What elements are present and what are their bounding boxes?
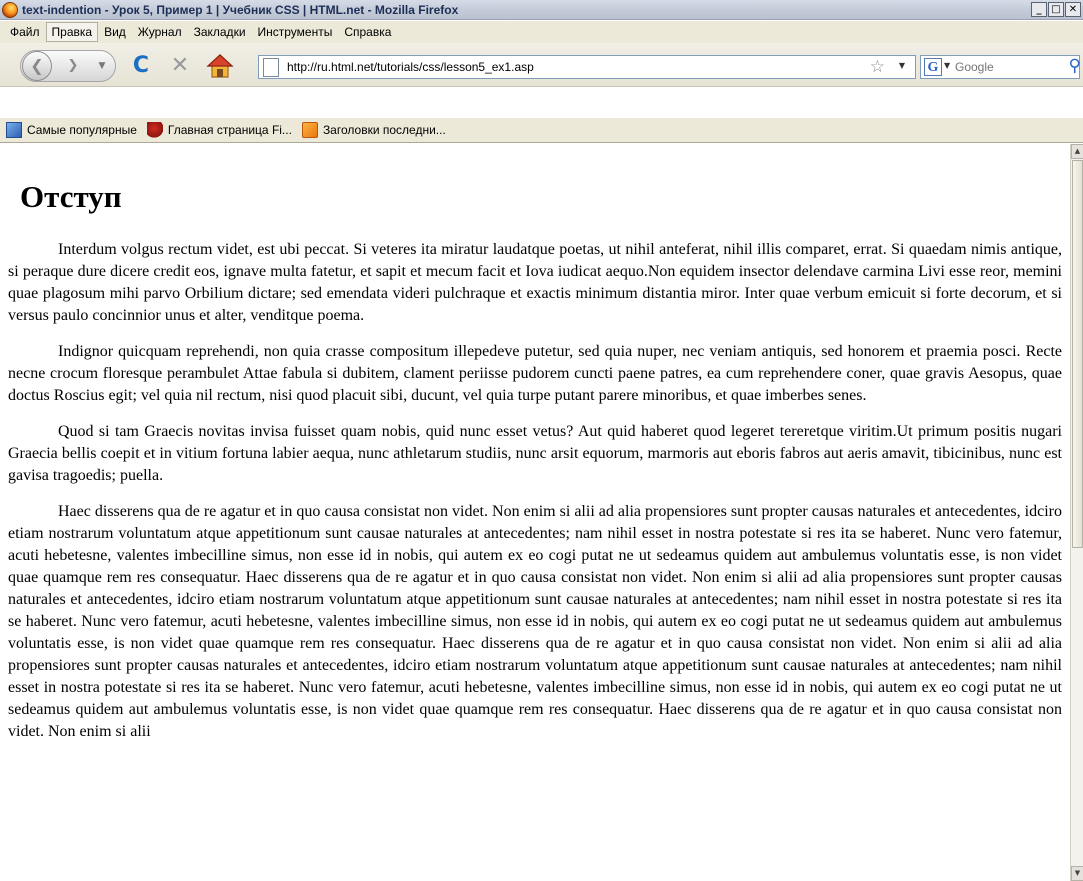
chevron-down-icon: ▼ xyxy=(98,61,106,71)
bookmark-label: Самые популярные xyxy=(27,123,137,137)
back-button[interactable]: ❮ xyxy=(22,51,52,81)
stop-icon: ✕ xyxy=(170,53,190,78)
firefox-logo-icon xyxy=(2,1,18,18)
history-dropdown-button[interactable]: ▼ xyxy=(94,56,110,76)
page-content: Отступ Interdum volgus rectum videt, est… xyxy=(0,144,1070,881)
scroll-up-button[interactable]: ▲ xyxy=(1071,144,1083,159)
bookmark-star-icon[interactable]: ☆ xyxy=(870,57,885,77)
page-icon xyxy=(263,58,279,77)
forward-button[interactable]: ❯ xyxy=(62,56,84,76)
bookmark-latest-headlines[interactable]: Заголовки последни... xyxy=(301,122,446,138)
home-button[interactable] xyxy=(206,53,234,79)
bookmark-label: Заголовки последни... xyxy=(322,123,446,137)
firefox-icon xyxy=(146,122,163,138)
paragraph: Quod si tam Graecis novitas invisa fuiss… xyxy=(8,423,1062,484)
maximize-button[interactable]: □ xyxy=(1048,2,1064,17)
paragraph: Indignor quicquam reprehendi, non quia c… xyxy=(8,343,1062,404)
bookmark-label: Главная страница Fi... xyxy=(167,123,292,137)
menu-tools[interactable]: Инструменты xyxy=(252,22,339,42)
popular-icon xyxy=(6,122,22,138)
back-arrow-icon: ❮ xyxy=(30,56,44,75)
paragraph-list: Interdum volgus rectum videt, est ubi pe… xyxy=(8,239,1062,757)
rss-icon xyxy=(301,122,318,138)
menu-view[interactable]: Вид xyxy=(98,22,132,42)
google-engine-icon[interactable]: G xyxy=(924,58,942,76)
bookmarks-toolbar: Самые популярные Главная страница Fi... … xyxy=(0,118,1083,143)
minimize-button[interactable]: _ xyxy=(1031,2,1047,17)
engine-dropdown-icon[interactable]: ▼ xyxy=(944,61,950,70)
scroll-down-button[interactable]: ▼ xyxy=(1071,866,1083,881)
menu-bookmarks[interactable]: Закладки xyxy=(188,22,252,42)
title-bar[interactable]: text-indention - Урок 5, Пример 1 | Учеб… xyxy=(0,0,1083,20)
address-bar[interactable]: http://ru.html.net/tutorials/css/lesson5… xyxy=(258,55,916,79)
vertical-scrollbar[interactable]: ▲ ▼ xyxy=(1070,144,1083,881)
search-bar: G ▼ ⚲ xyxy=(920,55,1081,79)
menu-history[interactable]: Журнал xyxy=(132,22,188,42)
home-icon xyxy=(206,54,234,78)
close-button[interactable]: ✕ xyxy=(1065,2,1081,17)
navigation-toolbar: ❮ ❯ ▼ C ✕ http://ru.html.net/tutorials/c… xyxy=(0,43,1083,87)
url-dropdown-icon[interactable]: ▼ xyxy=(899,61,905,70)
url-text[interactable]: http://ru.html.net/tutorials/css/lesson5… xyxy=(287,60,534,74)
bookmark-firefox-home[interactable]: Главная страница Fi... xyxy=(146,122,292,138)
window-title: text-indention - Урок 5, Пример 1 | Учеб… xyxy=(22,2,459,17)
forward-arrow-icon: ❯ xyxy=(67,58,79,73)
reload-button[interactable]: C xyxy=(128,53,154,79)
menu-file[interactable]: Файл xyxy=(4,22,46,42)
reload-icon: C xyxy=(132,53,150,78)
bookmark-popular[interactable]: Самые популярные xyxy=(6,122,137,138)
scroll-thumb[interactable] xyxy=(1072,160,1083,548)
search-input[interactable] xyxy=(955,58,1055,76)
paragraph: Interdum volgus rectum videt, est ubi pe… xyxy=(8,241,1062,324)
page-heading: Отступ xyxy=(20,179,122,214)
menu-bar: Файл Правка Вид Журнал Закладки Инструме… xyxy=(0,21,1083,43)
window-controls: _ □ ✕ xyxy=(1031,2,1081,17)
menu-edit[interactable]: Правка xyxy=(45,22,99,42)
stop-button[interactable]: ✕ xyxy=(167,53,193,79)
search-icon[interactable]: ⚲ xyxy=(1069,56,1081,76)
paragraph: Haec disserens qua de re agatur et in qu… xyxy=(8,503,1062,740)
menu-help[interactable]: Справка xyxy=(338,22,397,42)
